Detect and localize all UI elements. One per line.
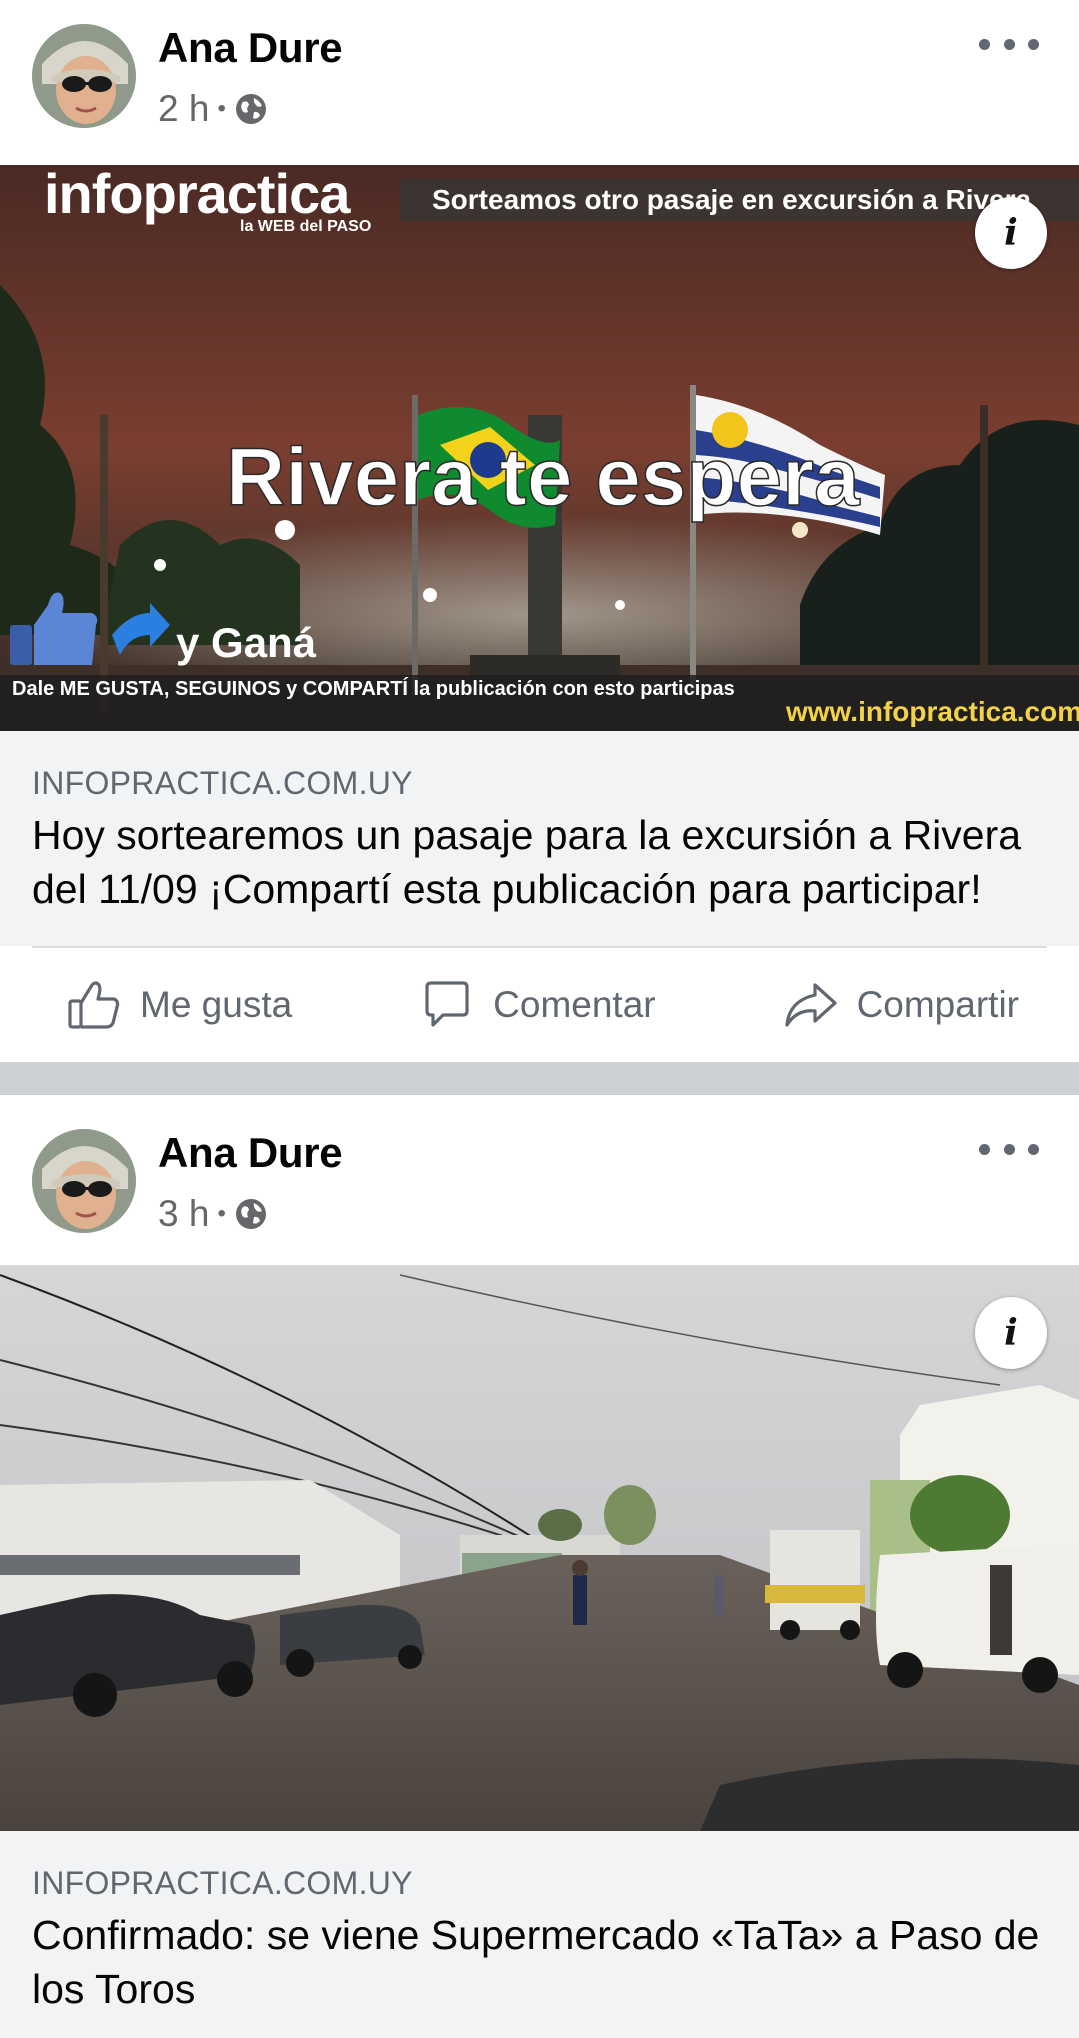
- share-label: Compartir: [856, 984, 1019, 1025]
- feed-separator: [0, 1062, 1079, 1095]
- meta-separator: •: [217, 95, 226, 122]
- link-preview[interactable]: INFOPRACTICA.COM.UY Confirmado: se viene…: [0, 1831, 1079, 2038]
- feed-post: Ana Dure 3 h • i INFOPRACTICA.COM.UY Con…: [0, 1095, 1079, 2038]
- image-instructions: Dale ME GUSTA, SEGUINOS y COMPARTÍ la pu…: [12, 677, 735, 700]
- info-icon[interactable]: i: [975, 197, 1047, 269]
- globe-icon: [235, 1199, 266, 1229]
- image-url: www.infopractica.com.uy: [785, 696, 1079, 727]
- post-time[interactable]: 3 h: [158, 1193, 209, 1235]
- image-brand: infopractica: [44, 165, 351, 225]
- share-icon: [784, 983, 837, 1027]
- like-button[interactable]: Me gusta: [66, 977, 292, 1033]
- image-headline: Rivera te espera: [226, 432, 861, 523]
- link-domain: INFOPRACTICA.COM.UY: [32, 1865, 413, 1901]
- author-name[interactable]: Ana Dure: [158, 1129, 343, 1177]
- post-image[interactable]: infopractica la WEB del PASO Sorteamos o…: [0, 165, 1079, 731]
- post-image[interactable]: i: [0, 1265, 1079, 1831]
- link-title[interactable]: Hoy sortearemos un pasaje para la excurs…: [32, 808, 1047, 916]
- link-title[interactable]: Confirmado: se viene Supermercado «TaTa»…: [32, 1908, 1047, 2016]
- meta-separator: •: [217, 1200, 226, 1227]
- more-options-button[interactable]: [979, 30, 1039, 58]
- author-avatar[interactable]: [32, 24, 136, 128]
- image-brand-tagline: la WEB del PASO: [240, 218, 371, 235]
- like-label: Me gusta: [140, 984, 293, 1025]
- post-meta: 3 h •: [158, 1193, 268, 1235]
- post-time[interactable]: 2 h: [158, 88, 209, 130]
- thumbs-up-icon: [68, 981, 120, 1029]
- comment-label: Comentar: [493, 984, 656, 1025]
- more-options-button[interactable]: [979, 1135, 1039, 1163]
- author-name[interactable]: Ana Dure: [158, 24, 343, 72]
- post-meta: 2 h •: [158, 88, 268, 130]
- post-header: Ana Dure 3 h •: [0, 1095, 1079, 1265]
- comment-icon: [425, 981, 469, 1027]
- share-button[interactable]: Compartir: [783, 977, 1019, 1033]
- info-icon[interactable]: i: [975, 1297, 1047, 1369]
- post-actions: Me gusta Comentar Compartir: [0, 948, 1079, 1062]
- globe-icon: [235, 94, 266, 124]
- feed-post: Ana Dure 2 h • infopractica la WEB del P…: [0, 0, 1079, 1062]
- post-header: Ana Dure 2 h •: [0, 0, 1079, 165]
- image-banner: Sorteamos otro pasaje en excursión a Riv…: [432, 184, 1032, 215]
- author-avatar[interactable]: [32, 1129, 136, 1233]
- image-cta: y Ganá: [176, 619, 317, 666]
- link-domain: INFOPRACTICA.COM.UY: [32, 765, 413, 801]
- link-preview[interactable]: INFOPRACTICA.COM.UY Hoy sortearemos un p…: [0, 731, 1079, 946]
- comment-button[interactable]: Comentar: [419, 977, 656, 1033]
